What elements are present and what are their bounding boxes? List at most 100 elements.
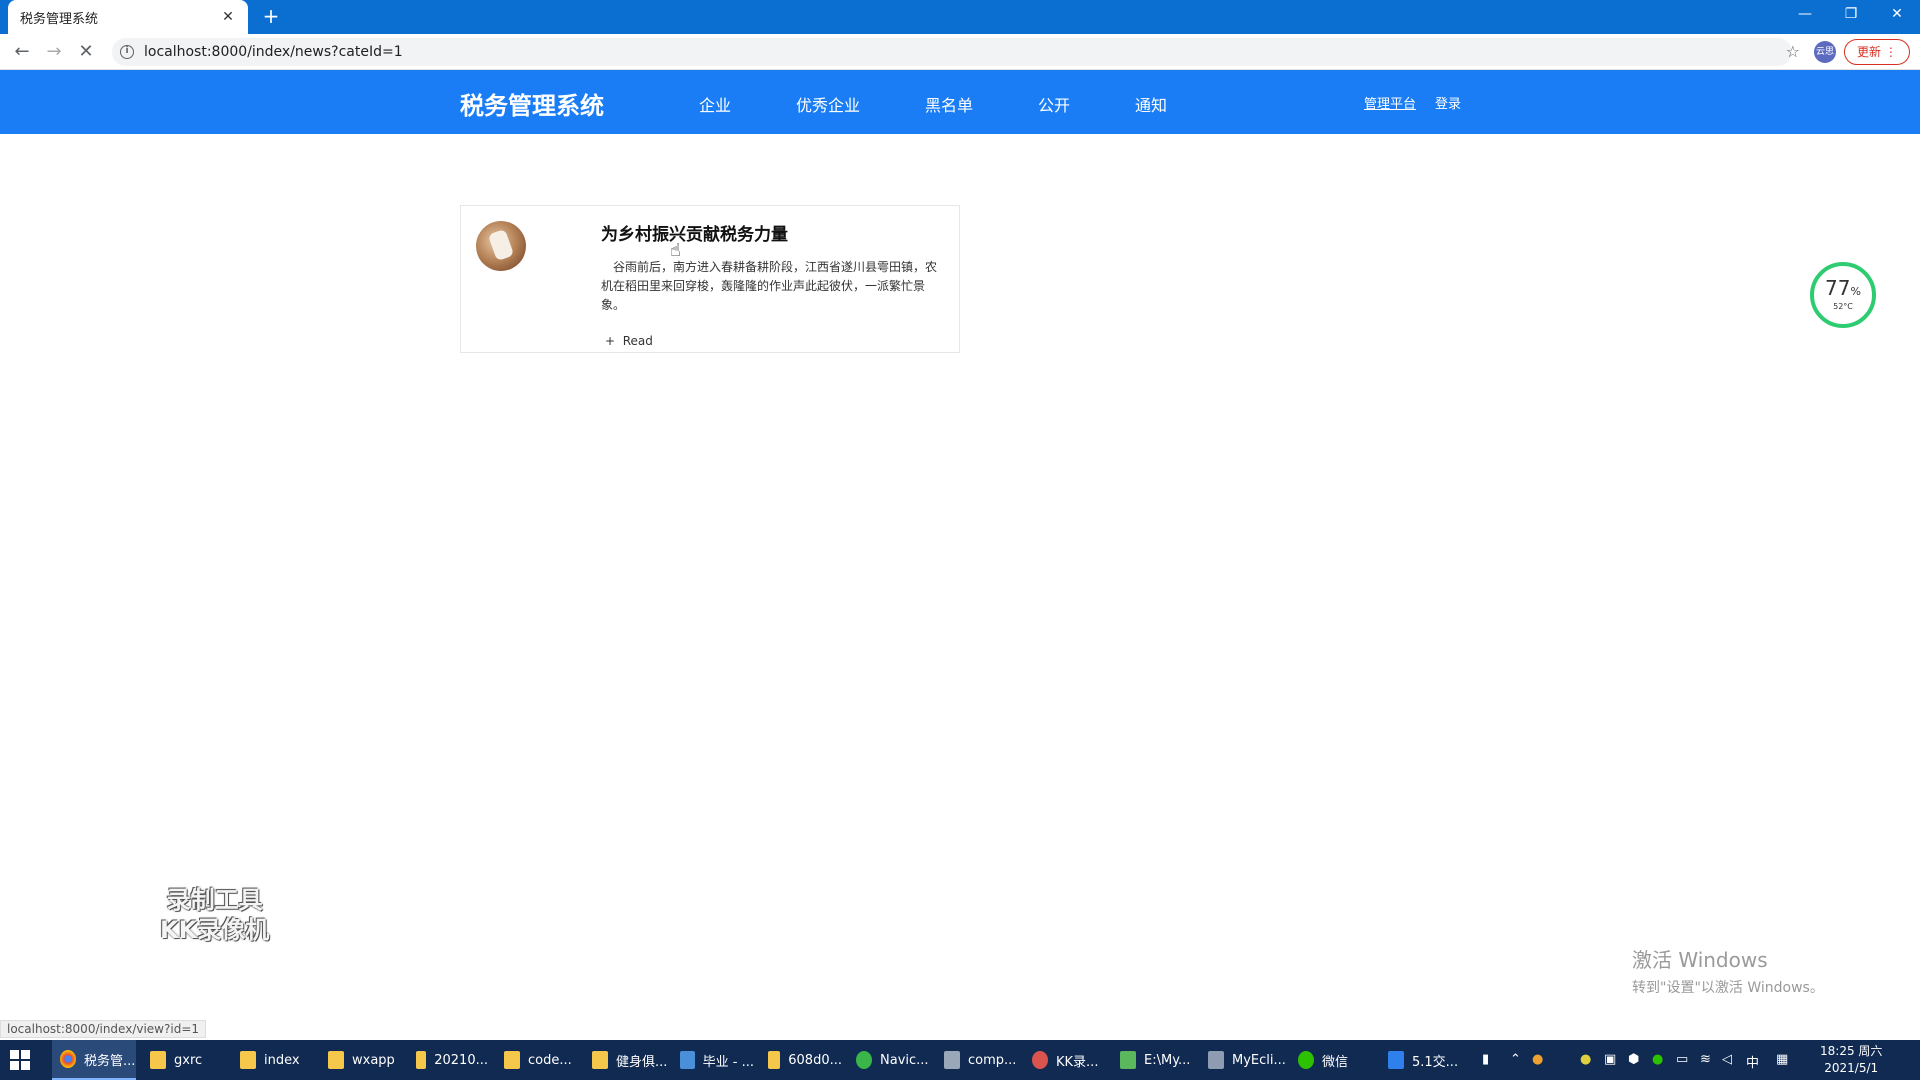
- bookmark-star-icon[interactable]: ☆: [1786, 42, 1800, 61]
- new-tab-icon[interactable]: +: [260, 5, 282, 27]
- browser-tab[interactable]: 税务管理系统 ✕: [8, 0, 248, 34]
- wechat-tray-icon[interactable]: ●: [1652, 1052, 1663, 1067]
- shield-icon[interactable]: ⬢: [1628, 1052, 1639, 1067]
- computer-icon: [944, 1051, 960, 1069]
- info-icon[interactable]: i: [120, 45, 134, 59]
- clock-date: 2021/5/1: [1824, 1061, 1879, 1075]
- wifi-icon[interactable]: ≋: [1700, 1052, 1711, 1067]
- taskbar-label: comp...: [968, 1052, 1017, 1068]
- widget-percent-unit: %: [1850, 285, 1861, 298]
- myeclipse-icon: [1208, 1051, 1224, 1069]
- nav-item-notice[interactable]: 通知: [1135, 92, 1167, 116]
- url-text: localhost:8000/index/news?cateId=1: [144, 44, 403, 60]
- nav-item-blacklist[interactable]: 黑名单: [925, 92, 973, 116]
- activation-watermark: 激活 Windows 转到"设置"以激活 Windows。: [1632, 944, 1824, 997]
- taskbar-label: Navic...: [880, 1052, 929, 1068]
- system-clock[interactable]: 18:25 周六 2021/5/1: [1820, 1043, 1882, 1077]
- volume-icon[interactable]: ◁: [1722, 1052, 1732, 1067]
- taskbar-item-wechat[interactable]: 微信: [1290, 1040, 1376, 1080]
- battery-icon[interactable]: ▮: [1482, 1052, 1489, 1067]
- taskbar-label: 608d0...: [788, 1052, 842, 1068]
- taskbar-item-folder[interactable]: code...: [496, 1040, 576, 1080]
- update-label: 更新: [1857, 45, 1882, 59]
- restore-icon[interactable]: ❐: [1828, 0, 1874, 30]
- display-icon[interactable]: ▣: [1604, 1052, 1616, 1067]
- wechat-icon: [1298, 1051, 1314, 1069]
- taskbar-label: code...: [528, 1052, 572, 1068]
- taskbar-item-chrome[interactable]: 税务管...: [52, 1040, 136, 1080]
- taskbar-label: 20210...: [434, 1052, 488, 1068]
- address-input[interactable]: i localhost:8000/index/news?cateId=1: [112, 38, 1792, 66]
- stop-loading-icon[interactable]: ✕: [72, 38, 100, 66]
- taskbar-item-folder[interactable]: index: [232, 1040, 312, 1080]
- cube-icon: [680, 1051, 695, 1069]
- status-url: localhost:8000/index/view?id=1: [0, 1020, 207, 1038]
- news-title[interactable]: 为乡村振兴贡献税务力量: [601, 220, 788, 245]
- back-arrow-icon[interactable]: ←: [8, 38, 36, 66]
- taskbar-item-editor[interactable]: E:\My...: [1112, 1040, 1196, 1080]
- folder-icon: [592, 1051, 608, 1069]
- activation-hint: 转到"设置"以激活 Windows。: [1632, 980, 1824, 996]
- taskbar-item-folder[interactable]: gxrc: [142, 1040, 222, 1080]
- watermark-line2: KK录像机: [160, 916, 270, 944]
- folder-icon: [768, 1051, 781, 1069]
- chevron-up-icon[interactable]: ⌃: [1510, 1052, 1521, 1067]
- taskbar-item-app[interactable]: comp...: [936, 1040, 1018, 1080]
- close-window-icon[interactable]: ✕: [1874, 0, 1920, 30]
- forward-arrow-icon[interactable]: →: [40, 38, 68, 66]
- widget-percent: 77: [1825, 276, 1851, 300]
- tab-title: 税务管理系统: [20, 11, 99, 27]
- taskbar-item-kk[interactable]: KK录...: [1024, 1040, 1106, 1080]
- taskbar-item-folder[interactable]: 20210...: [408, 1040, 488, 1080]
- taskbar-item-folder[interactable]: 608d0...: [760, 1040, 842, 1080]
- taskbar-item-navicat[interactable]: Navic...: [848, 1040, 930, 1080]
- taskbar-item-myeclipse[interactable]: MyEcli...: [1200, 1040, 1286, 1080]
- vscode-icon: [1388, 1051, 1404, 1069]
- widget-temperature: 52°C: [1833, 302, 1853, 311]
- ime-indicator[interactable]: 中: [1746, 1052, 1759, 1071]
- taskbar-label: E:\My...: [1144, 1052, 1191, 1068]
- update-button[interactable]: 更新 ⋮: [1844, 39, 1910, 65]
- taskbar-item-app[interactable]: 毕业 - ...: [672, 1040, 754, 1080]
- folder-icon: [328, 1051, 344, 1069]
- taskbar-label: 微信: [1322, 1054, 1349, 1070]
- nav-item-enterprise[interactable]: 企业: [699, 92, 731, 116]
- read-label: Read: [622, 334, 653, 348]
- taskbar-label: MyEcli...: [1232, 1052, 1286, 1068]
- hand-cursor-icon: ☝: [670, 240, 681, 261]
- taskbar-label: wxapp: [352, 1052, 395, 1068]
- taskbar-label: 5.1交...: [1412, 1054, 1459, 1070]
- tray-app-icon[interactable]: ●: [1532, 1052, 1543, 1067]
- taskbar: 税务管... gxrc index wxapp 20210... code...…: [0, 1040, 1920, 1080]
- tray-app-icon[interactable]: ●: [1580, 1052, 1591, 1067]
- device-icon[interactable]: ▭: [1676, 1052, 1688, 1067]
- read-more-link[interactable]: + Read: [605, 334, 653, 348]
- news-card: 为乡村振兴贡献税务力量 谷雨前后，南方进入春耕备耕阶段，江西省遂川县雩田镇，农机…: [460, 205, 960, 353]
- nav-item-excellent-enterprise[interactable]: 优秀企业: [796, 92, 860, 116]
- taskbar-item-folder[interactable]: wxapp: [320, 1040, 400, 1080]
- folder-icon: [504, 1051, 520, 1069]
- site-header: 税务管理系统 企业 优秀企业 黑名单 公开 通知 管理平台 登录: [0, 70, 1920, 134]
- taskbar-item-folder[interactable]: 健身俱...: [584, 1040, 668, 1080]
- chrome-icon: [60, 1050, 76, 1068]
- kk-recorder-icon: [1032, 1051, 1048, 1069]
- login-link[interactable]: 登录: [1435, 93, 1461, 112]
- windows-start-icon[interactable]: [10, 1050, 30, 1070]
- performance-widget[interactable]: 77% 52°C: [1810, 262, 1876, 328]
- close-tab-icon[interactable]: ✕: [220, 9, 236, 25]
- admin-link[interactable]: 管理平台: [1364, 93, 1416, 112]
- taskbar-label: 健身俱...: [616, 1054, 668, 1070]
- news-summary: 谷雨前后，南方进入春耕备耕阶段，江西省遂川县雩田镇，农机在稻田里来回穿梭，轰隆隆…: [601, 260, 938, 312]
- taskbar-item-vscode[interactable]: 5.1交...: [1380, 1040, 1466, 1080]
- recorder-watermark: 录制工具 KK录像机: [160, 885, 269, 945]
- profile-avatar[interactable]: 云思: [1814, 41, 1836, 63]
- navicat-icon: [856, 1051, 872, 1069]
- nav-item-public[interactable]: 公开: [1038, 92, 1070, 116]
- watermark-line1: 录制工具: [166, 886, 263, 914]
- address-bar-row: ← → ✕ i localhost:8000/index/news?cateId…: [0, 34, 1920, 70]
- clock-time: 18:25 周六: [1820, 1044, 1883, 1058]
- taskbar-label: KK录...: [1056, 1054, 1099, 1070]
- site-logo[interactable]: 税务管理系统: [460, 86, 604, 121]
- keyboard-icon[interactable]: ▦: [1776, 1052, 1788, 1067]
- minimize-icon[interactable]: —: [1782, 0, 1828, 30]
